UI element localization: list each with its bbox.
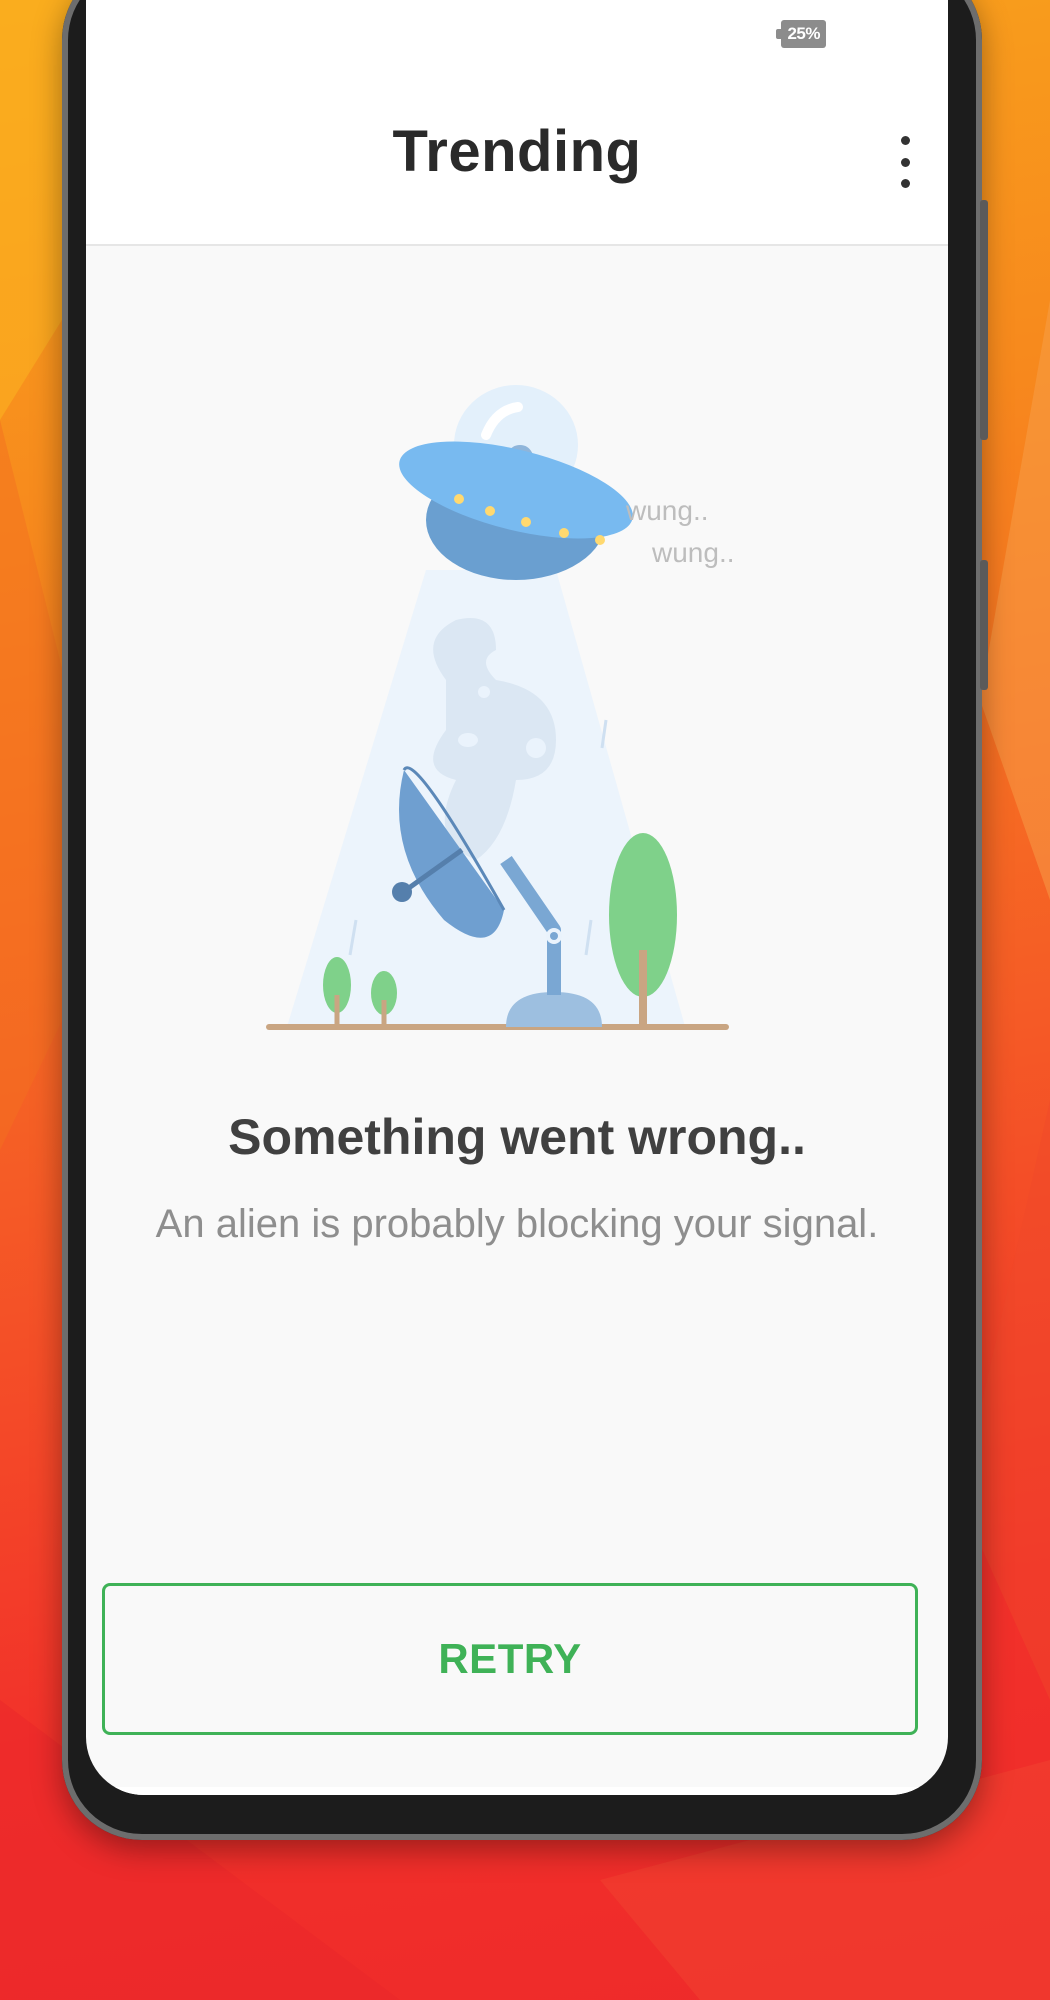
phone-side-button-upper bbox=[980, 200, 988, 440]
ufo-illustration: wung.. wung.. bbox=[266, 385, 735, 1030]
retry-button[interactable]: RETRY bbox=[102, 1583, 918, 1735]
status-bar: 25% bbox=[86, 0, 948, 70]
wung-text-2: wung.. bbox=[651, 537, 735, 568]
error-title: Something went wrong.. bbox=[228, 1109, 806, 1165]
error-message: An alien is probably blocking your signa… bbox=[155, 1202, 879, 1246]
bottom-edge bbox=[86, 1787, 948, 1795]
wung-text-1: wung.. bbox=[625, 495, 709, 526]
more-vert-icon[interactable] bbox=[888, 130, 922, 194]
phone-side-button-lower bbox=[980, 560, 988, 690]
battery-indicator: 25% bbox=[776, 20, 826, 48]
page-title: Trending bbox=[392, 119, 642, 184]
app-bar: Trending bbox=[86, 70, 948, 246]
app-screen: 25% Trending wung.. wung.. Something wen… bbox=[86, 0, 948, 1795]
